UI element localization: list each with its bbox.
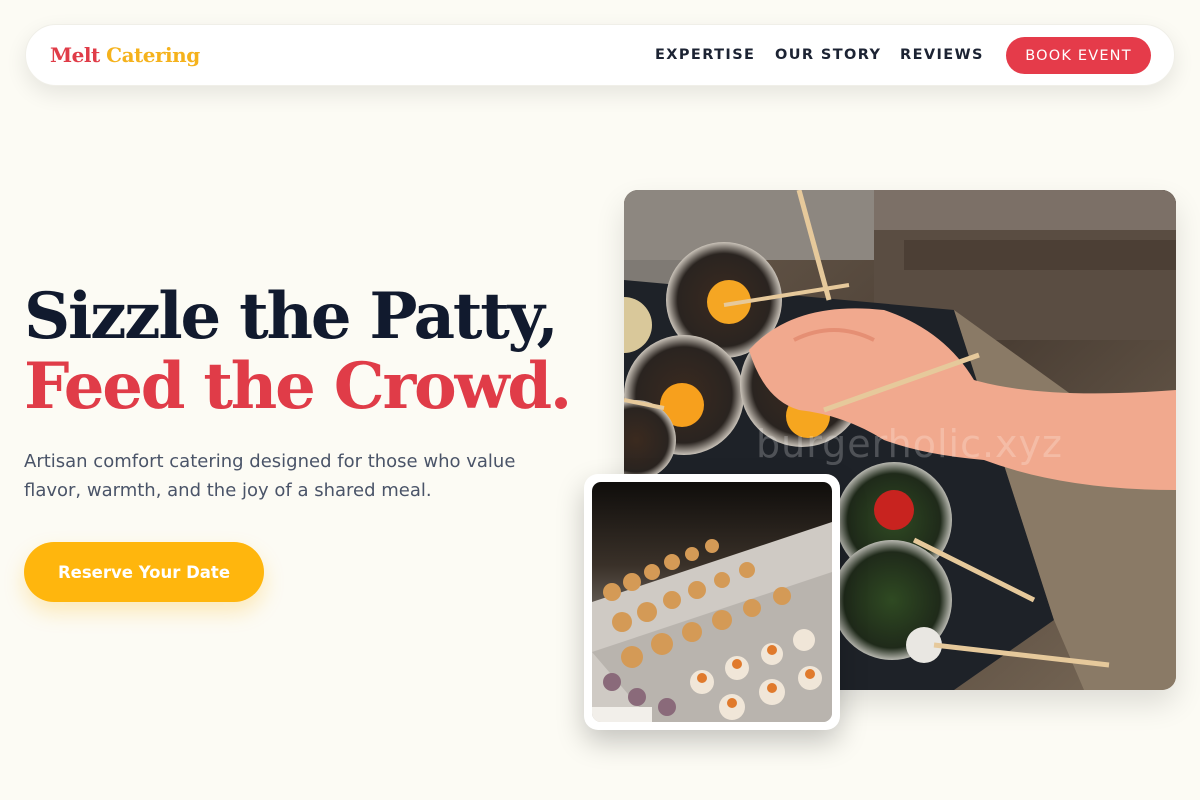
nav-link-expertise[interactable]: EXPERTISE — [655, 47, 755, 63]
reserve-date-button[interactable]: Reserve Your Date — [24, 542, 264, 602]
brand-logo-part1: Melt — [50, 43, 100, 67]
nav-link-reviews[interactable]: REVIEWS — [900, 47, 984, 63]
image-watermark: burgerholic.xyz — [756, 422, 1063, 466]
navbar: Melt Catering EXPERTISE OUR STORY REVIEW… — [25, 24, 1175, 86]
hero-subtext: Artisan comfort catering designed for th… — [24, 451, 516, 501]
book-event-button[interactable]: BOOK EVENT — [1006, 37, 1151, 74]
hero-headline: Sizzle the Patty, Feed the Crowd. — [24, 279, 572, 424]
hero-headline-line2: Feed the Crowd. — [24, 349, 572, 424]
brand-logo[interactable]: Melt Catering — [50, 43, 200, 67]
hero-secondary-photo — [592, 482, 832, 722]
hero-secondary-photo-card — [584, 474, 840, 730]
hero-headline-line1: Sizzle the Patty, — [24, 279, 559, 354]
nav-link-our-story[interactable]: OUR STORY — [775, 47, 881, 63]
brand-logo-part2: Catering — [106, 43, 200, 67]
